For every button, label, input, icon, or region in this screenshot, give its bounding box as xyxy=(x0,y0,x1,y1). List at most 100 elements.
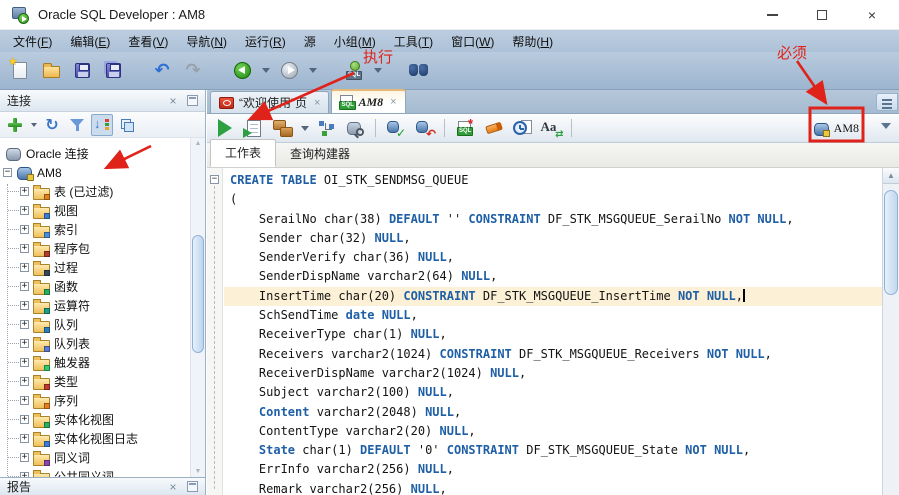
code-line-7[interactable]: InsertTime char(20) CONSTRAINT DF_STK_MS… xyxy=(224,287,882,306)
connection-selector-dropdown[interactable] xyxy=(881,123,891,129)
tree-item-indexes[interactable]: +索引 xyxy=(0,220,190,239)
tree-item-queue-tables[interactable]: +队列表 xyxy=(0,334,190,353)
commit-button[interactable] xyxy=(383,116,408,141)
add-connection-button[interactable] xyxy=(4,114,26,136)
save-button[interactable] xyxy=(69,58,95,84)
change-case-button[interactable]: Aa xyxy=(539,116,564,141)
autotrace-button[interactable] xyxy=(270,116,295,141)
tree-item-oracle-root[interactable]: Oracle 连接 xyxy=(0,144,190,163)
expand-toggle-icon[interactable]: + xyxy=(20,320,29,329)
reports-minimize-icon[interactable] xyxy=(187,481,198,492)
code-line-17[interactable]: Remark varchar2(256) NULL, xyxy=(224,480,882,495)
code-line-9[interactable]: ReceiverType char(1) NULL, xyxy=(224,325,882,344)
expand-toggle-icon[interactable]: + xyxy=(20,396,29,405)
tree-item-operators[interactable]: +运算符 xyxy=(0,296,190,315)
menu-source[interactable]: 源 xyxy=(295,31,325,52)
expand-toggle-icon[interactable]: + xyxy=(20,301,29,310)
expand-toggle-icon[interactable]: + xyxy=(20,415,29,424)
menu-run[interactable]: 运行(R) xyxy=(236,31,295,52)
new-file-button[interactable] xyxy=(7,58,33,84)
code-line-1[interactable]: CREATE TABLE OI_STK_SENDMSG_QUEUE xyxy=(224,171,882,190)
tree-scrollbar[interactable]: ▲ ▼ xyxy=(190,138,205,477)
expand-toggle-icon[interactable]: + xyxy=(20,339,29,348)
sql-editor[interactable]: − CREATE TABLE OI_STK_SENDMSG_QUEUE(Sera… xyxy=(207,168,899,495)
tree-item-packages[interactable]: +程序包 xyxy=(0,239,190,258)
menu-tools[interactable]: 工具(T) xyxy=(385,31,442,52)
menu-file[interactable]: 文件(F) xyxy=(4,31,61,52)
run-statement-button[interactable] xyxy=(212,116,237,141)
code-line-16[interactable]: ErrInfo varchar2(256) NULL, xyxy=(224,460,882,479)
scroll-up-icon[interactable]: ▲ xyxy=(883,168,899,184)
menu-edit[interactable]: 编辑(E) xyxy=(61,31,119,52)
redo-button[interactable] xyxy=(180,58,206,84)
forward-button[interactable] xyxy=(276,58,302,84)
undo-button[interactable] xyxy=(149,58,175,84)
expand-toggle-icon[interactable]: + xyxy=(20,358,29,367)
explain-plan-button[interactable] xyxy=(314,116,339,141)
scroll-down-icon[interactable]: ▼ xyxy=(191,468,205,475)
expand-toggle-icon[interactable]: + xyxy=(20,377,29,386)
forward-dropdown[interactable] xyxy=(307,58,318,84)
scroll-up-icon[interactable]: ▲ xyxy=(191,140,205,147)
back-button[interactable] xyxy=(229,58,255,84)
tree-item-views[interactable]: +视图 xyxy=(0,201,190,220)
tab-close-icon[interactable]: × xyxy=(390,96,396,108)
code-line-8[interactable]: SchSendTime date NULL, xyxy=(224,306,882,325)
maximize-button[interactable] xyxy=(811,4,833,26)
expand-toggle-icon[interactable]: + xyxy=(20,206,29,215)
tree-item-types[interactable]: +类型 xyxy=(0,372,190,391)
code-line-11[interactable]: ReceiverDispName varchar2(1024) NULL, xyxy=(224,364,882,383)
connections-minimize-icon[interactable] xyxy=(187,95,198,106)
menu-team[interactable]: 小组(M) xyxy=(325,31,385,52)
tab-worksheet[interactable]: 工作表 xyxy=(210,139,276,167)
save-all-button[interactable] xyxy=(100,58,126,84)
tree-item-materialized-views[interactable]: +实体化视图 xyxy=(0,410,190,429)
connections-close-icon[interactable]: × xyxy=(166,94,180,108)
code-line-13[interactable]: Content varchar2(2048) NULL, xyxy=(224,403,882,422)
add-connection-dropdown[interactable] xyxy=(29,114,38,136)
code-line-6[interactable]: SenderDispName varchar2(64) NULL, xyxy=(224,267,882,286)
expand-toggle-icon[interactable]: + xyxy=(20,472,29,477)
reports-close-icon[interactable]: × xyxy=(166,480,180,494)
code-line-2[interactable]: ( xyxy=(224,190,882,209)
menu-help[interactable]: 帮助(H) xyxy=(503,31,562,52)
back-dropdown[interactable] xyxy=(260,58,271,84)
run-script-button[interactable] xyxy=(241,116,266,141)
tab-list-button[interactable] xyxy=(876,93,898,111)
expand-toggle-icon[interactable]: + xyxy=(20,244,29,253)
code-line-5[interactable]: SenderVerify char(36) NULL, xyxy=(224,248,882,267)
code-line-14[interactable]: ContentType varchar2(20) NULL, xyxy=(224,422,882,441)
code-line-15[interactable]: State char(1) DEFAULT '0' CONSTRAINT DF_… xyxy=(224,441,882,460)
expand-toggle-icon[interactable]: + xyxy=(20,187,29,196)
tab-am8-worksheet[interactable]: SQL AM8 × xyxy=(331,89,405,113)
clear-button[interactable] xyxy=(481,116,506,141)
code-line-10[interactable]: Receivers varchar2(1024) CONSTRAINT DF_S… xyxy=(224,345,882,364)
tree-item-functions[interactable]: +函数 xyxy=(0,277,190,296)
unshared-worksheet-button[interactable]: SQL* xyxy=(452,116,477,141)
tree-item-public-synonyms[interactable]: +公共同义词 xyxy=(0,467,190,477)
expand-toggle-icon[interactable]: + xyxy=(20,282,29,291)
refresh-button[interactable] xyxy=(41,114,63,136)
collapse-toggle-icon[interactable]: − xyxy=(3,168,12,177)
menu-navigate[interactable]: 导航(N) xyxy=(177,31,236,52)
autotrace-dropdown[interactable] xyxy=(299,115,310,141)
connection-selector[interactable]: AM8 xyxy=(810,117,863,140)
expand-toggle-icon[interactable]: + xyxy=(20,263,29,272)
tree-item-tables[interactable]: +表 (已过滤) xyxy=(0,182,190,201)
tree-item-synonyms[interactable]: +同义词 xyxy=(0,448,190,467)
tab-welcome-page[interactable]: “欢迎使用”页 × xyxy=(210,91,329,113)
tree-item-am8[interactable]: −AM8 xyxy=(0,163,190,182)
open-file-button[interactable] xyxy=(38,58,64,84)
code-line-4[interactable]: Sender char(32) NULL, xyxy=(224,229,882,248)
minimize-button[interactable] xyxy=(761,4,783,26)
tree-item-triggers[interactable]: +触发器 xyxy=(0,353,190,372)
tree-item-sequences[interactable]: +序列 xyxy=(0,391,190,410)
expand-toggle-icon[interactable]: + xyxy=(20,434,29,443)
connections-button[interactable]: SQL xyxy=(341,58,367,84)
filter-button[interactable] xyxy=(66,114,88,136)
code-fold-toggle[interactable]: − xyxy=(210,175,219,184)
rollback-button[interactable] xyxy=(412,116,437,141)
expand-toggle-icon[interactable]: + xyxy=(20,453,29,462)
close-button[interactable]: × xyxy=(861,4,883,26)
editor-scrollbar[interactable]: ▲ xyxy=(882,168,899,495)
